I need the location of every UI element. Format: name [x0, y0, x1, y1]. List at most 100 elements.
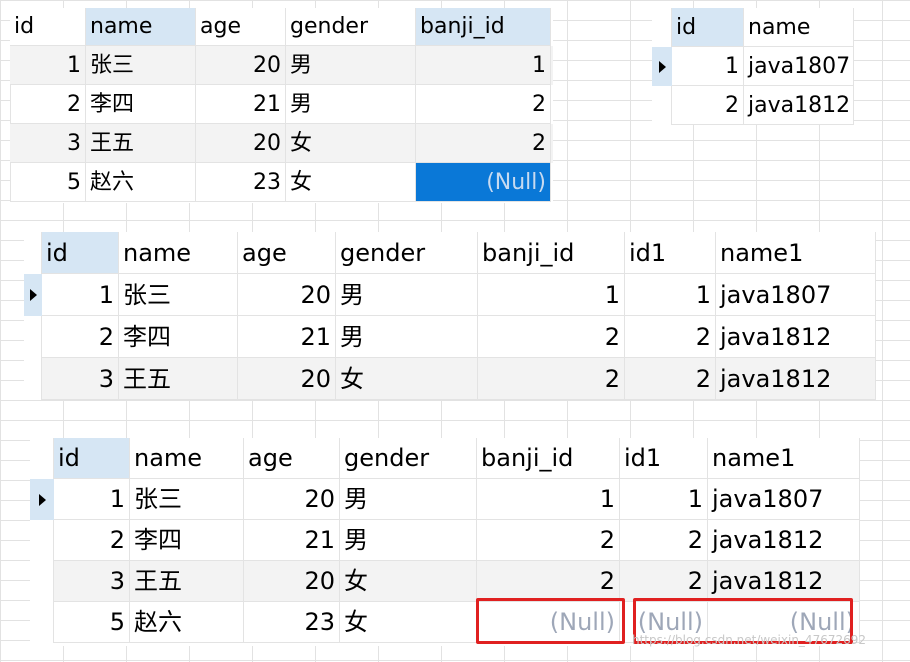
cell-name[interactable]: 王五 — [130, 561, 244, 602]
cell-gender[interactable]: 男 — [336, 316, 478, 358]
table-row[interactable]: 5 赵六 23 女 (Null) — [10, 163, 553, 202]
cell-name1[interactable]: java1812 — [708, 561, 860, 602]
column-header-name[interactable]: name — [119, 232, 238, 274]
cell-banji-id[interactable]: 2 — [477, 561, 620, 602]
column-header-name[interactable]: name — [744, 8, 854, 47]
cell-age[interactable]: 21 — [238, 316, 336, 358]
table-row[interactable]: 2 java1812 — [672, 86, 854, 125]
table-row[interactable]: 1 张三 20 男 1 1 java1807 — [54, 479, 860, 520]
cell-name[interactable]: 李四 — [119, 316, 238, 358]
cell-age[interactable]: 23 — [196, 163, 286, 202]
table-row[interactable]: 2 李四 21 男 2 — [10, 85, 553, 124]
cell-id[interactable]: 3 — [54, 561, 130, 602]
cell-banji-id[interactable]: 2 — [478, 316, 625, 358]
column-header-gender[interactable]: gender — [336, 232, 478, 274]
cell-name[interactable]: 王五 — [86, 124, 196, 163]
cell-name1[interactable]: java1807 — [716, 274, 876, 316]
column-header-id[interactable]: id — [42, 232, 119, 274]
cell-id1[interactable]: 2 — [625, 358, 716, 400]
cell-name[interactable]: 张三 — [130, 479, 244, 520]
cell-id[interactable]: 1 — [54, 479, 130, 520]
column-header-name1[interactable]: name1 — [708, 438, 860, 479]
cell-id[interactable]: 2 — [10, 85, 86, 124]
cell-age[interactable]: 23 — [244, 602, 340, 643]
cell-gender[interactable]: 女 — [286, 163, 416, 202]
column-header-id1[interactable]: id1 — [625, 232, 716, 274]
cell-id1[interactable]: 2 — [620, 520, 708, 561]
cell-id1[interactable]: 1 — [625, 274, 716, 316]
cell-name[interactable]: 张三 — [86, 46, 196, 85]
table-row[interactable]: 1 张三 20 男 1 — [10, 46, 553, 85]
column-header-age[interactable]: age — [238, 232, 336, 274]
cell-banji-id[interactable]: (Null) — [416, 163, 551, 202]
cell-gender[interactable]: 男 — [336, 274, 478, 316]
column-header-banji-id[interactable]: banji_id — [416, 8, 551, 46]
cell-gender[interactable]: 女 — [340, 561, 477, 602]
cell-age[interactable]: 21 — [196, 85, 286, 124]
cell-banji-id[interactable]: 1 — [478, 274, 625, 316]
cell-id[interactable]: 3 — [10, 124, 86, 163]
cell-name[interactable]: java1807 — [744, 47, 854, 86]
cell-banji-id[interactable]: 2 — [416, 85, 551, 124]
cell-gender[interactable]: 女 — [336, 358, 478, 400]
cell-id1[interactable]: 2 — [625, 316, 716, 358]
cell-banji-id[interactable]: 1 — [416, 46, 551, 85]
table-row[interactable]: 1 java1807 — [672, 47, 854, 86]
cell-id1[interactable]: 1 — [620, 479, 708, 520]
table-row[interactable]: 3 王五 20 女 2 2 java1812 — [54, 561, 860, 602]
table-row[interactable]: 3 王五 20 女 2 2 java1812 — [42, 358, 876, 400]
cell-id[interactable]: 1 — [672, 47, 744, 86]
column-header-id1[interactable]: id1 — [620, 438, 708, 479]
cell-banji-id[interactable]: 1 — [477, 479, 620, 520]
column-header-id[interactable]: id — [10, 8, 86, 46]
cell-name1[interactable]: java1807 — [708, 479, 860, 520]
cell-age[interactable]: 20 — [196, 124, 286, 163]
cell-age[interactable]: 20 — [244, 479, 340, 520]
cell-id[interactable]: 1 — [10, 46, 86, 85]
cell-id[interactable]: 5 — [54, 602, 130, 643]
cell-banji-id[interactable]: 2 — [477, 520, 620, 561]
cell-name[interactable]: 赵六 — [86, 163, 196, 202]
table-row[interactable]: 3 王五 20 女 2 — [10, 124, 553, 163]
column-header-name1[interactable]: name1 — [716, 232, 876, 274]
cell-gender[interactable]: 女 — [340, 602, 477, 643]
cell-id[interactable]: 5 — [10, 163, 86, 202]
cell-age[interactable]: 21 — [244, 520, 340, 561]
cell-name1[interactable]: java1812 — [716, 316, 876, 358]
cell-age[interactable]: 20 — [238, 358, 336, 400]
cell-gender[interactable]: 男 — [286, 85, 416, 124]
cell-name1[interactable]: java1812 — [708, 520, 860, 561]
cell-id1[interactable]: 2 — [620, 561, 708, 602]
column-header-gender[interactable]: gender — [286, 8, 416, 46]
cell-gender[interactable]: 男 — [286, 46, 416, 85]
cell-id[interactable]: 2 — [42, 316, 119, 358]
cell-id[interactable]: 2 — [54, 520, 130, 561]
cell-id[interactable]: 3 — [42, 358, 119, 400]
cell-id[interactable]: 1 — [42, 274, 119, 316]
column-header-id[interactable]: id — [672, 8, 744, 47]
cell-gender[interactable]: 男 — [340, 479, 477, 520]
cell-age[interactable]: 20 — [196, 46, 286, 85]
column-header-age[interactable]: age — [196, 8, 286, 46]
column-header-id[interactable]: id — [54, 438, 130, 479]
cell-id[interactable]: 2 — [672, 86, 744, 125]
cell-name[interactable]: 赵六 — [130, 602, 244, 643]
cell-name[interactable]: 张三 — [119, 274, 238, 316]
cell-banji-id[interactable]: 2 — [478, 358, 625, 400]
cell-name1[interactable]: java1812 — [716, 358, 876, 400]
column-header-age[interactable]: age — [244, 438, 340, 479]
cell-gender[interactable]: 男 — [340, 520, 477, 561]
table-row[interactable]: 2 李四 21 男 2 2 java1812 — [54, 520, 860, 561]
cell-banji-id[interactable]: 2 — [416, 124, 551, 163]
cell-name[interactable]: 李四 — [130, 520, 244, 561]
column-header-name[interactable]: name — [86, 8, 196, 46]
column-header-banji-id[interactable]: banji_id — [477, 438, 620, 479]
cell-name[interactable]: java1812 — [744, 86, 854, 125]
table-row[interactable]: 2 李四 21 男 2 2 java1812 — [42, 316, 876, 358]
column-header-banji-id[interactable]: banji_id — [478, 232, 625, 274]
cell-name[interactable]: 李四 — [86, 85, 196, 124]
table-row[interactable]: 1 张三 20 男 1 1 java1807 — [42, 274, 876, 316]
column-header-name[interactable]: name — [130, 438, 244, 479]
cell-age[interactable]: 20 — [238, 274, 336, 316]
cell-gender[interactable]: 女 — [286, 124, 416, 163]
